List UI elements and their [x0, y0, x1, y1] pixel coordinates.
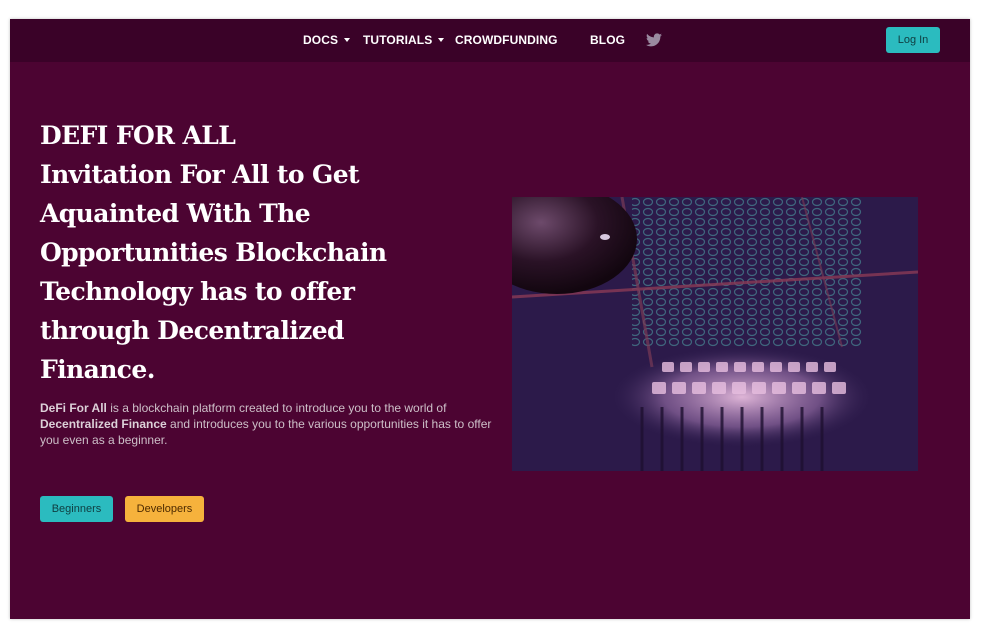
caret-down-icon	[438, 37, 445, 42]
login-button[interactable]: Log In	[886, 27, 940, 53]
nav-docs-label: DOCS	[303, 33, 339, 47]
page-frame: DOCS TUTORIALS CROWDFUNDING BLOG Log In …	[10, 19, 970, 619]
desc-bold-defi: Decentralized Finance	[40, 417, 167, 431]
hero-headline: DEFI FOR ALL Invitation For All to Get A…	[40, 116, 480, 389]
headline-line: DEFI FOR ALL	[40, 121, 236, 150]
nav-crowdfunding-label: CROWDFUNDING	[455, 33, 558, 47]
developers-button[interactable]: Developers	[125, 496, 204, 522]
twitter-icon[interactable]	[646, 33, 662, 47]
nav-tutorials-label: TUTORIALS	[363, 33, 433, 47]
headline-line: Technology has to offer	[40, 277, 355, 306]
hero-description: DeFi For All is a blockchain platform cr…	[40, 400, 500, 448]
headline-line: Aquainted With The	[40, 199, 311, 228]
caret-down-icon	[344, 37, 351, 42]
headline-line: Finance.	[40, 355, 155, 384]
nav-crowdfunding[interactable]: CROWDFUNDING	[455, 33, 558, 47]
hero-illustration	[512, 197, 918, 471]
desc-text-1: is a blockchain platform created to intr…	[106, 401, 447, 415]
headline-line: Opportunities Blockchain	[40, 238, 387, 267]
navbar: DOCS TUTORIALS CROWDFUNDING BLOG Log In	[10, 19, 970, 62]
nav-blog-label: BLOG	[590, 33, 626, 47]
headline-line: through Decentralized	[40, 316, 345, 345]
nav-tutorials[interactable]: TUTORIALS	[363, 33, 445, 47]
beginners-button[interactable]: Beginners	[40, 496, 113, 522]
nav-docs[interactable]: DOCS	[303, 33, 351, 47]
desc-bold-brand: DeFi For All	[40, 401, 107, 415]
headline-line: Invitation For All to Get	[40, 160, 360, 189]
nav-blog[interactable]: BLOG	[590, 33, 625, 47]
